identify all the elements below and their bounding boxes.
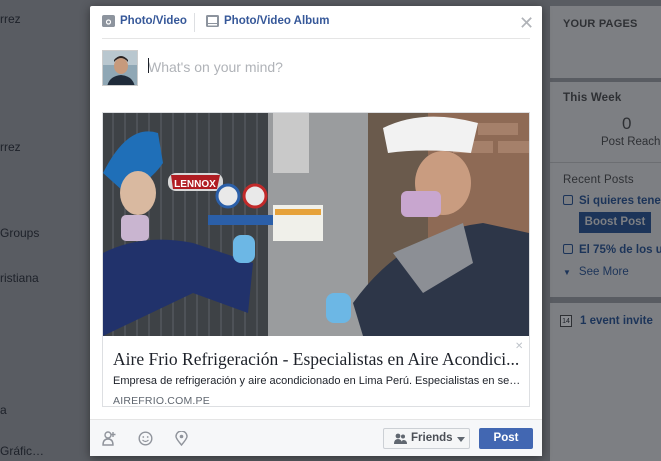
background-left-item: ristiana — [0, 271, 39, 285]
recent-post-link[interactable]: El 75% de los u — [563, 244, 661, 256]
link-preview[interactable]: LENNOX ✕ Aire Frio Refrigeración - Espec… — [102, 112, 530, 407]
background-left-item: Groups — [0, 226, 40, 240]
page-insights-card: This Week 0 Post Reach Recent Posts Si q… — [550, 82, 661, 297]
avatar[interactable] — [102, 50, 138, 86]
tab-photo-video[interactable]: Photo/Video — [102, 15, 187, 27]
location-icon[interactable] — [174, 430, 189, 447]
background-left-item: a — [0, 403, 7, 417]
your-pages-card: YOUR PAGES — [550, 6, 661, 78]
composer-footer: Friends Post — [90, 419, 542, 456]
composer-tabs: Photo/Video Photo/Video Album ✕ — [90, 6, 542, 39]
recent-post-link[interactable]: Si quieres tener — [563, 195, 661, 207]
feeling-icon[interactable] — [138, 431, 153, 446]
background-left-item: rrez — [0, 12, 21, 26]
your-pages-heading: YOUR PAGES — [563, 18, 638, 30]
link-preview-description: Empresa de refrigeración y aire acondici… — [113, 375, 521, 387]
link-preview-domain: AIREFRIO.COM.PE — [113, 395, 210, 407]
post-button[interactable]: Post — [479, 428, 533, 449]
album-icon — [206, 15, 219, 27]
audience-selector[interactable]: Friends — [383, 428, 470, 449]
close-icon[interactable]: ✕ — [519, 14, 534, 32]
tag-friends-icon[interactable] — [102, 431, 117, 446]
status-input[interactable] — [148, 57, 508, 77]
boost-post-button[interactable]: Boost Post — [579, 212, 651, 233]
background-left-item: rrez — [0, 140, 21, 154]
background-left-item: Gráfic… — [0, 444, 45, 458]
background-left-column: rrez rrez Groups ristiana a Gráfic… — [0, 0, 90, 461]
chevron-down-icon — [457, 437, 465, 442]
camera-icon — [102, 15, 115, 27]
link-preview-image: LENNOX — [103, 113, 529, 336]
see-more-link[interactable]: ▼ See More — [563, 266, 629, 278]
tab-photo-video-album-label: Photo/Video Album — [224, 15, 330, 27]
audience-label: Friends — [411, 432, 453, 444]
edit-icon — [563, 195, 573, 205]
background-right-column: YOUR PAGES This Week 0 Post Reach Recent… — [542, 0, 661, 461]
tab-photo-video-label: Photo/Video — [120, 15, 187, 27]
caret-down-icon: ▼ — [563, 268, 571, 277]
composer-dialog: Photo/Video Photo/Video Album ✕ What's o… — [90, 6, 542, 456]
tab-photo-video-album[interactable]: Photo/Video Album — [206, 15, 329, 27]
post-reach-value: 0 — [622, 114, 632, 133]
event-invite-link[interactable]: 1 event invite — [580, 315, 653, 327]
events-card: 14 1 event invite — [550, 303, 661, 461]
link-preview-title[interactable]: Aire Frio Refrigeración - Especialistas … — [113, 349, 521, 370]
lennox-logo: LENNOX — [174, 179, 216, 190]
calendar-icon: 14 — [560, 315, 572, 327]
edit-icon — [563, 244, 573, 254]
post-reach-label: Post Reach — [601, 136, 661, 148]
friends-icon — [394, 433, 407, 447]
recent-posts-heading: Recent Posts — [563, 174, 634, 186]
this-week-heading: This Week — [563, 92, 622, 104]
